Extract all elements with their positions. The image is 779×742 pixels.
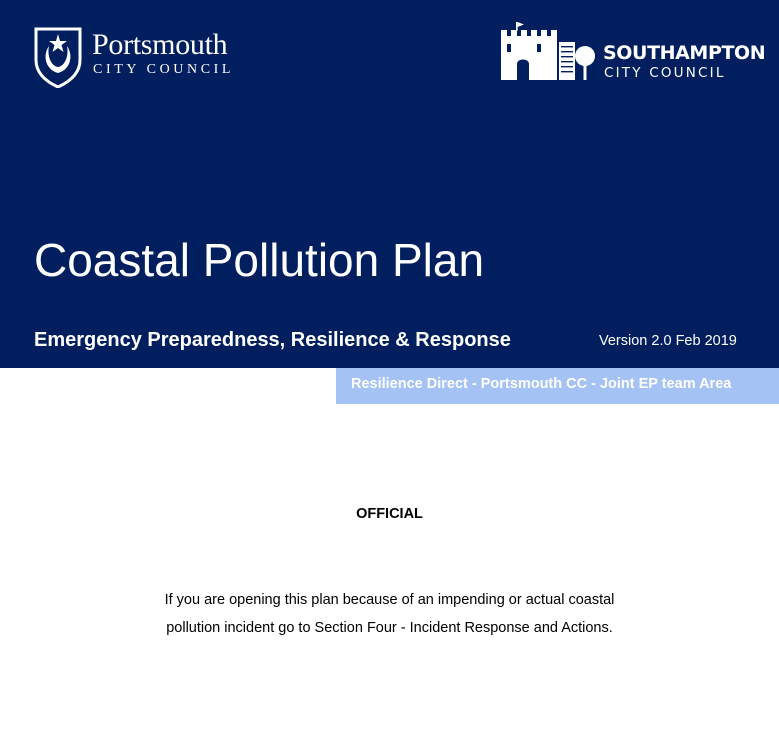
security-classification: OFFICIAL — [356, 506, 423, 522]
document-subtitle: Emergency Preparedness, Resilience & Res… — [34, 329, 511, 351]
notice-line: pollution incident go to Section Four - … — [166, 620, 613, 636]
portsmouth-logo-subtitle: CITY COUNCIL — [93, 62, 235, 77]
resilience-direct-banner: Resilience Direct - Portsmouth CC - Join… — [336, 368, 779, 404]
incident-notice: If you are opening this plan because of … — [0, 586, 779, 642]
southampton-city-council-logo: SOUTHAMPTON CITY COUNCIL — [497, 22, 766, 84]
portsmouth-city-council-logo: Portsmouth CITY COUNCIL — [33, 26, 263, 90]
notice-line: If you are opening this plan because of … — [164, 592, 615, 608]
resilience-direct-banner-text: Resilience Direct - Portsmouth CC - Join… — [351, 376, 732, 392]
cover-header: Portsmouth CITY COUNCIL SOUTHAMPTON CITY… — [0, 0, 779, 368]
southampton-logo-name: SOUTHAMPTON — [603, 42, 766, 64]
portsmouth-logo-name: Portsmouth — [92, 28, 228, 61]
document-version: Version 2.0 Feb 2019 — [599, 333, 737, 349]
southampton-logo-subtitle: CITY COUNCIL — [604, 65, 726, 81]
castle-icon — [501, 22, 595, 80]
portsmouth-crest-icon — [34, 27, 82, 88]
document-title: Coastal Pollution Plan — [34, 234, 485, 286]
